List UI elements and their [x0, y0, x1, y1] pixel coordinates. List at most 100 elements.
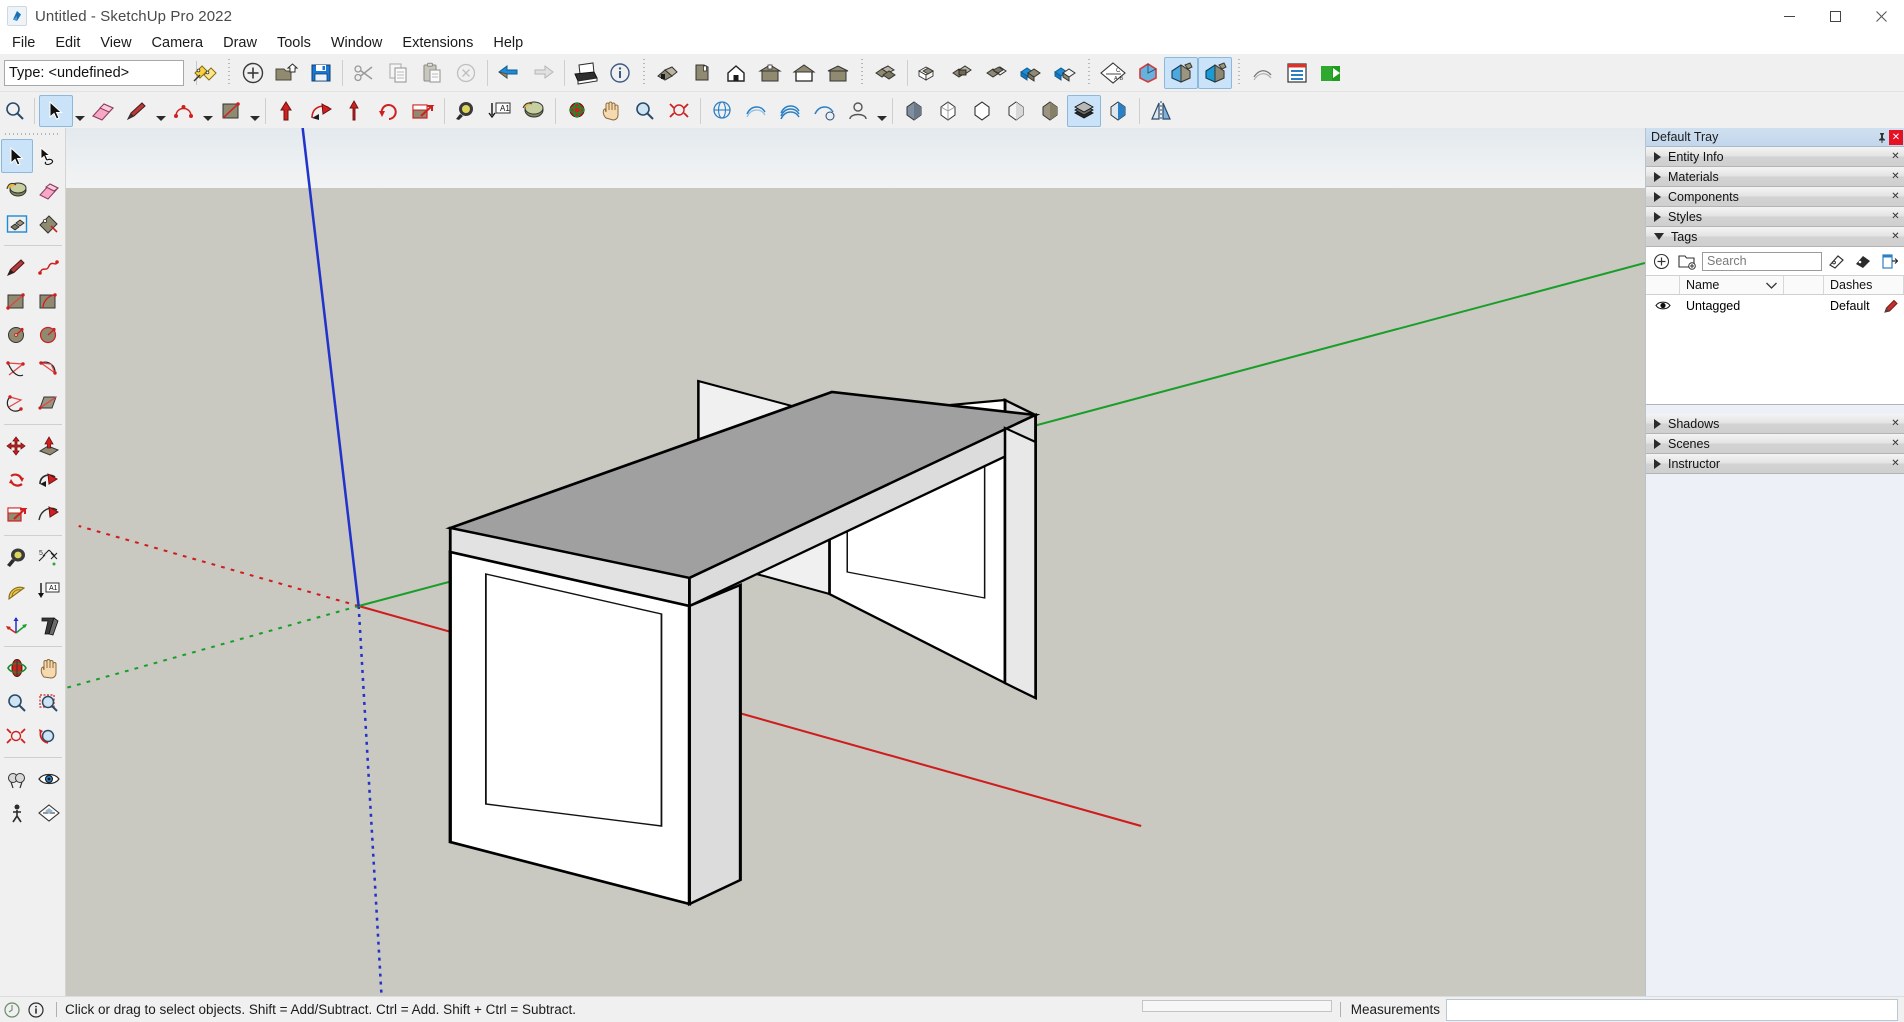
col-name[interactable]: Name [1680, 276, 1784, 294]
lasso-select-icon[interactable] [33, 139, 65, 173]
panel-materials[interactable]: Materials ✕ [1646, 167, 1904, 187]
zoom-tool-icon[interactable] [628, 95, 662, 127]
scissors-cut-icon[interactable] [347, 57, 381, 89]
table-row[interactable]: Untagged Default [1646, 295, 1904, 316]
previous-view-icon[interactable] [33, 719, 65, 753]
open-folder-icon[interactable] [270, 57, 304, 89]
user-account-icon[interactable] [841, 95, 875, 127]
right-view-icon[interactable] [753, 57, 787, 89]
tag-tool-icon[interactable] [33, 207, 65, 241]
toolbar-grip[interactable] [225, 58, 233, 87]
panel-styles[interactable]: Styles ✕ [1646, 207, 1904, 227]
dimension-icon[interactable]: 5 [33, 540, 65, 574]
menu-camera[interactable]: Camera [142, 34, 214, 52]
polygon-icon[interactable] [33, 318, 65, 352]
solid-union-icon[interactable] [946, 57, 980, 89]
tray-close-icon[interactable]: ✕ [1889, 129, 1903, 145]
menu-extensions[interactable]: Extensions [392, 34, 483, 52]
menu-file[interactable]: File [2, 34, 45, 52]
toolbar-grip[interactable] [640, 58, 648, 87]
tag-color-icon[interactable] [1852, 250, 1874, 272]
select-arrow-icon[interactable] [39, 95, 73, 127]
panel-close-icon[interactable]: ✕ [1889, 210, 1902, 223]
redo-arrow-icon[interactable] [526, 57, 560, 89]
shaded-texture-style-icon[interactable] [1198, 56, 1232, 89]
arc-2point-icon[interactable] [1, 352, 33, 386]
type-combo[interactable] [4, 59, 216, 86]
tag-select-icon[interactable] [1826, 250, 1848, 272]
menu-window[interactable]: Window [321, 34, 393, 52]
account-dropdown-caret-icon[interactable] [875, 95, 888, 127]
solid-outer-shell-icon[interactable] [869, 57, 903, 89]
paint-bucket-icon[interactable] [1, 173, 33, 207]
arc-dropdown-caret-icon[interactable] [201, 95, 214, 127]
model-canvas[interactable] [66, 128, 1645, 996]
help-circle-icon[interactable] [0, 998, 24, 1022]
zoom-extents-icon[interactable] [662, 95, 696, 127]
menu-edit[interactable]: Edit [45, 34, 90, 52]
line-pencil-icon[interactable] [1, 250, 33, 284]
scale-icon[interactable] [1, 497, 33, 531]
protractor-icon[interactable] [1, 574, 33, 608]
line-pencil-icon[interactable] [120, 95, 154, 127]
add-tag-icon[interactable] [1650, 250, 1672, 272]
copy-icon[interactable] [381, 57, 415, 89]
undo-arrow-icon[interactable] [492, 57, 526, 89]
rotate-icon[interactable] [372, 95, 406, 127]
toolbar-grip[interactable] [1085, 58, 1093, 87]
solid-split-icon[interactable] [1048, 57, 1082, 89]
tag-details-icon[interactable] [1878, 250, 1900, 272]
push-pull-icon[interactable] [33, 429, 65, 463]
style-wireframe-icon[interactable] [773, 95, 807, 127]
arc-pie-icon[interactable] [33, 352, 65, 386]
pin-icon[interactable] [1875, 130, 1889, 145]
left-toolbar-grip[interactable] [4, 130, 61, 137]
eye-icon[interactable] [1646, 300, 1680, 311]
offset-icon[interactable] [33, 497, 65, 531]
minimize-button[interactable] [1766, 0, 1812, 32]
back-view-icon[interactable] [787, 57, 821, 89]
sort-chevron-down-icon[interactable] [1766, 278, 1777, 292]
panel-instructor[interactable]: Instructor ✕ [1646, 454, 1904, 474]
select-dropdown-caret-icon[interactable] [73, 95, 86, 127]
panel-close-icon[interactable]: ✕ [1889, 457, 1902, 470]
menu-draw[interactable]: Draw [213, 34, 267, 52]
line-dropdown-caret-icon[interactable] [154, 95, 167, 127]
sandbox-from-scratch-icon[interactable] [33, 386, 65, 420]
arc-3point-icon[interactable] [1, 386, 33, 420]
follow-me-icon[interactable] [33, 463, 65, 497]
text-label-icon[interactable]: A1 [483, 95, 517, 127]
panel-close-icon[interactable]: ✕ [1889, 190, 1902, 203]
pan-hand-icon[interactable] [594, 95, 628, 127]
style-front-icon[interactable] [739, 95, 773, 127]
close-button[interactable] [1858, 0, 1904, 32]
style-texture-flat-icon[interactable] [1033, 95, 1067, 127]
panel-scenes[interactable]: Scenes ✕ [1646, 434, 1904, 454]
type-input[interactable] [5, 64, 196, 81]
section-plane-icon[interactable]: C A-B [1096, 57, 1130, 89]
circle-icon[interactable] [1, 318, 33, 352]
move-icon[interactable] [1, 429, 33, 463]
mirror-icon[interactable] [1144, 95, 1178, 127]
orbit-icon[interactable] [560, 95, 594, 127]
freehand-icon[interactable] [33, 250, 65, 284]
zoom-window-icon[interactable] [33, 685, 65, 719]
menu-help[interactable]: Help [483, 34, 533, 52]
solid-subtract-icon[interactable] [980, 57, 1014, 89]
position-camera-icon[interactable] [1, 762, 33, 796]
make-component-icon[interactable] [1, 207, 33, 241]
eraser-icon[interactable] [86, 95, 120, 127]
zoom-extents-icon[interactable] [1, 719, 33, 753]
new-document-icon[interactable] [236, 57, 270, 89]
erase-circle-icon[interactable] [449, 57, 483, 89]
panel-close-icon[interactable]: ✕ [1889, 437, 1902, 450]
model-info-icon[interactable] [603, 57, 637, 89]
panel-close-icon[interactable]: ✕ [1889, 170, 1902, 183]
measurements-input[interactable] [1446, 998, 1898, 1021]
style-layers-icon[interactable] [1067, 95, 1101, 127]
select-arrow-icon[interactable] [0, 139, 33, 173]
solid-intersect-icon[interactable] [912, 57, 946, 89]
panel-components[interactable]: Components ✕ [1646, 187, 1904, 207]
walk-icon[interactable] [1, 796, 33, 830]
style-hiddenline-box-icon[interactable] [965, 95, 999, 127]
